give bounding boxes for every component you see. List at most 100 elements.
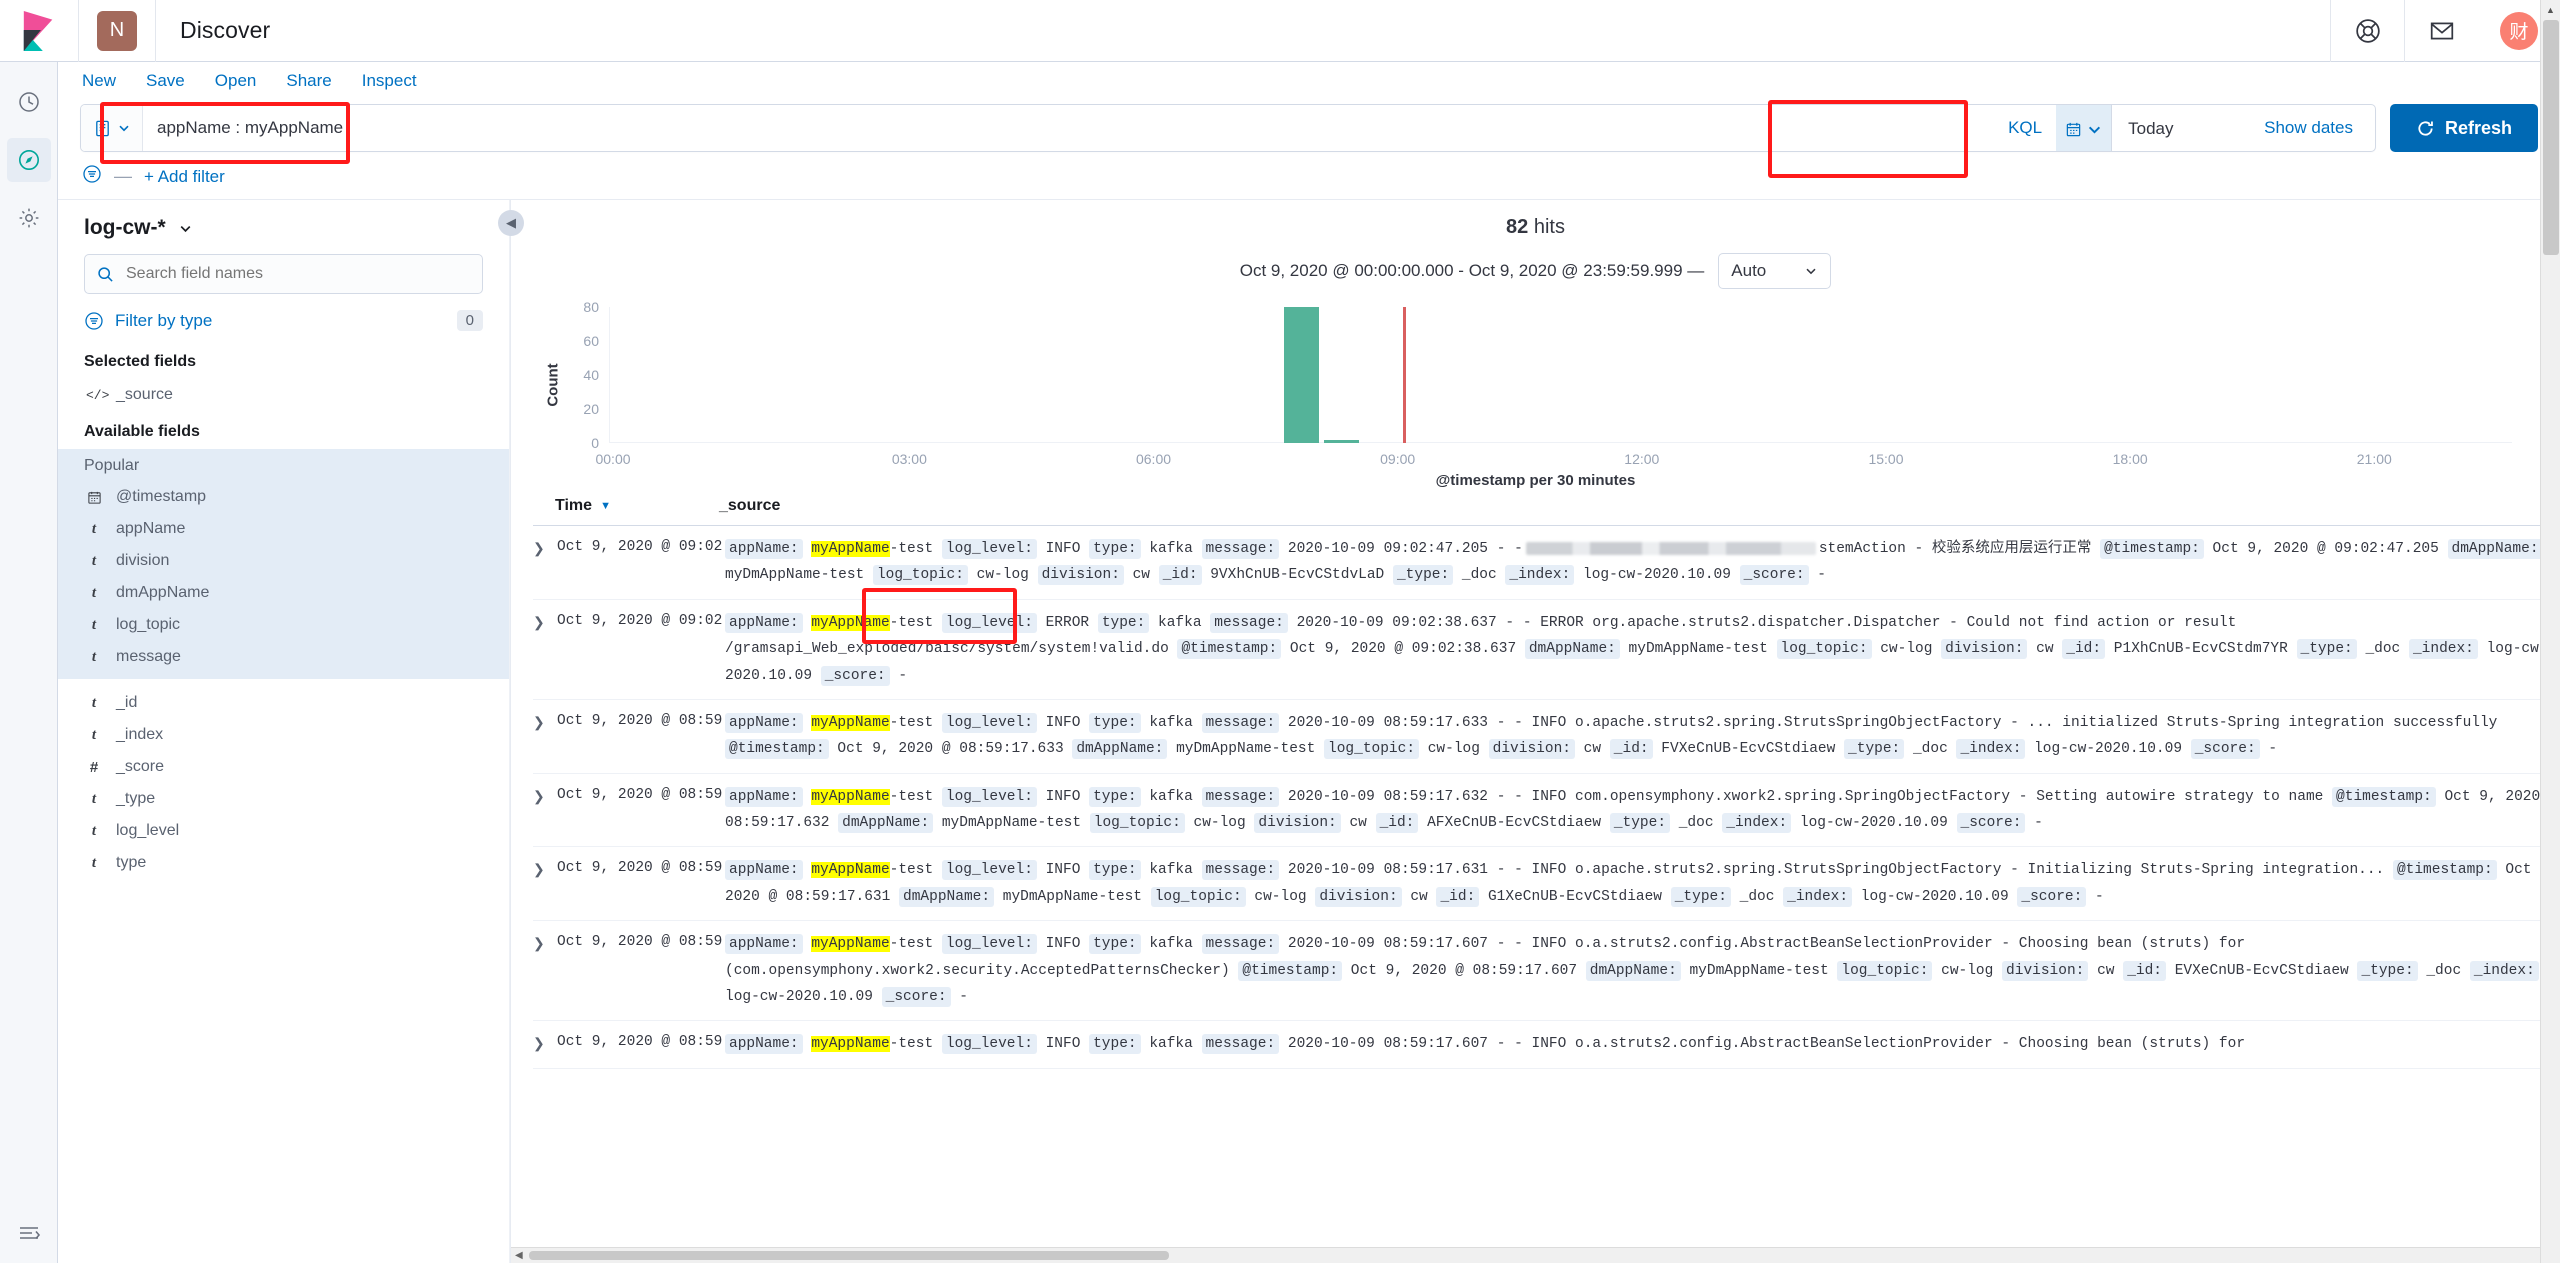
mail-icon[interactable] (2404, 0, 2478, 62)
field-item-_index[interactable]: t _index (58, 719, 509, 751)
collapse-sidebar-button[interactable]: ◀ (498, 210, 524, 236)
expand-row-icon[interactable]: ❯ (533, 931, 557, 952)
add-filter-button[interactable]: + Add filter (144, 167, 225, 187)
nav-open[interactable]: Open (215, 71, 257, 91)
field-name: message (116, 648, 181, 665)
popular-fields-group: Popular @timestamp t appName t division … (58, 449, 509, 679)
field-name: _source (116, 386, 173, 403)
nav-inspect[interactable]: Inspect (362, 71, 417, 91)
collapse-nav-button[interactable] (0, 1221, 58, 1245)
field-item-timestamp[interactable]: @timestamp (58, 481, 509, 513)
filter-by-type-button[interactable]: Filter by type 0 (58, 294, 509, 341)
field-item-_id[interactable]: t _id (58, 687, 509, 719)
scroll-left-icon[interactable]: ◀ (515, 1250, 523, 1261)
table-row[interactable]: ❯ Oct 9, 2020 @ 09:02:38.637 appName: my… (533, 600, 2560, 700)
popular-label: Popular (84, 457, 140, 474)
window-scrollbar[interactable]: ▲ (2540, 0, 2560, 1263)
header-actions: 财 (2330, 0, 2560, 62)
nav-share[interactable]: Share (286, 71, 331, 91)
histogram-bar[interactable] (1284, 307, 1320, 443)
filter-icon (85, 311, 103, 330)
field-item-division[interactable]: t division (58, 545, 509, 577)
discover-content: log-cw-* Search field names Filter by ty… (58, 199, 2560, 1263)
expand-row-icon[interactable]: ❯ (533, 610, 557, 631)
expand-row-icon[interactable]: ❯ (533, 536, 557, 557)
field-name: dmAppName (116, 584, 210, 601)
saved-query-menu-button[interactable] (81, 105, 143, 151)
calendar-icon[interactable] (2056, 105, 2113, 151)
string-type-icon: t (91, 854, 97, 871)
field-name: _score (116, 758, 165, 775)
management-gear-icon[interactable] (7, 196, 51, 240)
row-time: Oct 9, 2020 @ 08:59:17.607 (557, 934, 784, 951)
x-axis-title: @timestamp per 30 minutes (1435, 472, 1636, 489)
nav-new[interactable]: New (82, 71, 116, 91)
x-tick: 06:00 (1135, 451, 1172, 467)
nav-save[interactable]: Save (146, 71, 185, 91)
scroll-up-icon[interactable]: ▲ (2541, 0, 2560, 20)
expand-row-icon[interactable]: ❯ (533, 1031, 557, 1052)
search-input[interactable] (143, 105, 1991, 151)
field-list: Selected fields </> _source Available fi… (58, 341, 509, 1263)
field-item-message[interactable]: t message (58, 641, 509, 673)
field-name: log_topic (116, 616, 181, 633)
current-time-marker (1403, 307, 1407, 443)
sidebar-item-discover[interactable] (6, 138, 51, 182)
histogram-bar[interactable] (1323, 439, 1360, 443)
space-avatar[interactable]: N (97, 10, 137, 51)
field-item-_source[interactable]: </> _source (58, 379, 509, 411)
table-row[interactable]: ❯ Oct 9, 2020 @ 08:59:17.631 appName: my… (533, 847, 2560, 922)
refresh-button[interactable]: Refresh (2389, 104, 2538, 152)
index-pattern-switcher[interactable]: log-cw-* (58, 214, 509, 254)
string-type-icon: t (91, 790, 97, 807)
expand-row-icon[interactable]: ❯ (533, 784, 557, 805)
field-item-appName[interactable]: t appName (58, 513, 509, 545)
table-row[interactable]: ❯ Oct 9, 2020 @ 08:59:17.633 appName: my… (533, 700, 2560, 774)
kibana-discover-app: N Discover 财 New Save Open Share Inspect… (0, 0, 2560, 1263)
column-header-time[interactable]: Time ▼ (533, 497, 707, 515)
column-label: Time (555, 497, 593, 514)
query-language-button[interactable]: KQL (1990, 105, 2056, 151)
x-tick: 03:00 (891, 451, 927, 467)
field-item-log_level[interactable]: t log_level (58, 815, 509, 847)
global-header: N Discover 财 (0, 0, 2560, 62)
avatar[interactable]: 财 (2500, 11, 2538, 50)
column-header-source: _source (719, 497, 781, 514)
field-item-dmAppName[interactable]: t dmAppName (58, 577, 509, 609)
search-field-names-input[interactable] (124, 264, 470, 284)
field-item-type[interactable]: t type (58, 847, 509, 879)
table-row[interactable]: ❯ Oct 9, 2020 @ 09:02:47.205 appName: my… (533, 526, 2560, 600)
kibana-logo[interactable] (0, 10, 78, 51)
field-item-_type[interactable]: t _type (58, 783, 509, 815)
time-range-text: Oct 9, 2020 @ 00:00:00.000 - Oct 9, 2020… (1239, 261, 1705, 280)
table-row[interactable]: ❯ Oct 9, 2020 @ 08:59:17.632 appName: my… (533, 774, 2560, 848)
help-icon[interactable] (2330, 0, 2404, 62)
x-tick: 21:00 (2356, 451, 2392, 467)
field-item-_score[interactable]: # _score (58, 751, 509, 783)
horizontal-scrollbar[interactable]: ◀ (511, 1247, 2560, 1263)
string-type-icon: t (91, 726, 97, 743)
table-row[interactable]: ❯ Oct 9, 2020 @ 08:59:17.607 appName: my… (533, 1021, 2560, 1069)
expand-row-icon[interactable]: ❯ (533, 857, 557, 878)
page-title: Discover (180, 17, 271, 43)
show-dates-button[interactable]: Show dates (2242, 105, 2375, 151)
query-bar: KQL Today Show date (80, 104, 2376, 152)
scrollbar-thumb[interactable] (2543, 20, 2559, 255)
date-range-value[interactable]: Today (2112, 105, 2242, 151)
interval-value: Auto (1731, 261, 1767, 280)
recently-viewed-icon[interactable] (7, 80, 51, 124)
filter-options-icon[interactable] (82, 164, 102, 189)
field-item-log_topic[interactable]: t log_topic (58, 609, 509, 641)
table-row[interactable]: ❯ Oct 9, 2020 @ 08:59:17.607 appName: my… (533, 921, 2560, 1022)
scrollbar-thumb[interactable] (528, 1251, 1169, 1260)
y-axis-line (609, 307, 610, 443)
x-tick: 09:00 (1380, 451, 1416, 467)
histogram-chart[interactable]: Count 80 60 40 20 0 00:00 03:00 06:00 09… (545, 299, 2520, 489)
expand-row-icon[interactable]: ❯ (533, 710, 557, 731)
string-type-icon: t (91, 694, 97, 711)
interval-select[interactable]: Auto (1718, 253, 1832, 289)
sort-descending-icon[interactable]: ▼ (600, 500, 611, 512)
row-source: appName: myAppName-test log_level: INFO … (709, 1031, 2560, 1057)
field-search-box[interactable] (84, 254, 483, 294)
selected-fields-heading: Selected fields (84, 353, 197, 370)
